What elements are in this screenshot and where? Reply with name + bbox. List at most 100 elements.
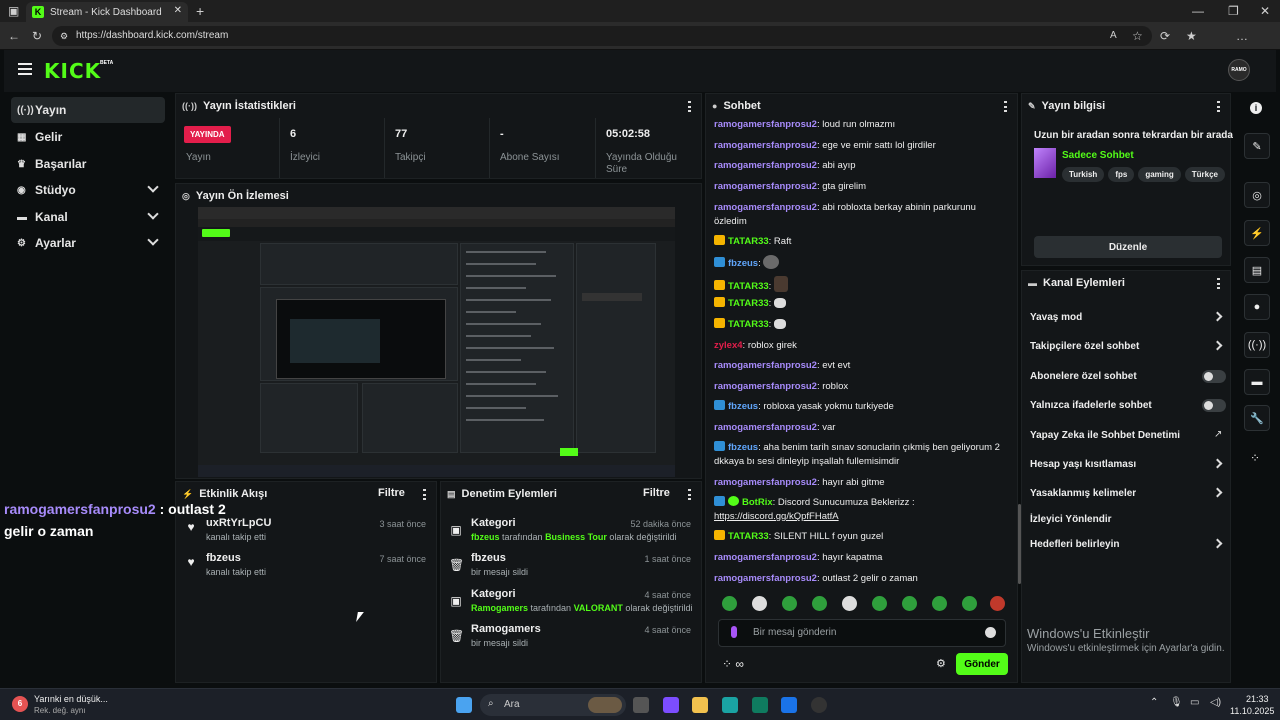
dots-cluster-icon[interactable]: ⁘ [1250, 451, 1260, 465]
nav-item-ayarlar[interactable]: ⚙ Ayarlar [11, 230, 165, 256]
microphone-icon[interactable] [731, 626, 737, 638]
chat-settings-icon[interactable]: ⚙ [936, 657, 946, 670]
action-followers-only[interactable]: Takipçilere özel sohbet [1030, 341, 1139, 352]
file-explorer-icon[interactable] [692, 697, 708, 713]
nav-item-studyo[interactable]: ◉ Stüdyo [11, 177, 165, 203]
favorites-icon[interactable]: ★ [1186, 26, 1197, 46]
discord-link[interactable]: https://discord.gg/kQpfFHatfA [714, 511, 839, 522]
panel-menu-icon[interactable] [1217, 101, 1220, 112]
panel-menu-icon[interactable] [688, 101, 691, 112]
broadcast-icon[interactable]: ((·)) [1244, 332, 1270, 358]
tab-actions-icon[interactable]: ▣ [8, 1, 19, 21]
microsoft-store-icon[interactable] [752, 697, 768, 713]
moderation-filter-button[interactable]: Filtre [643, 487, 670, 499]
emote-icon[interactable] [990, 596, 1005, 611]
lightning-icon[interactable]: ⚡ [1244, 220, 1270, 246]
action-goals[interactable]: Hedefleri belirleyin [1030, 539, 1119, 550]
action-ai-moderation[interactable]: Yapay Zeka ile Sohbet Denetimi [1030, 430, 1180, 441]
emote-icon[interactable] [782, 596, 797, 611]
minimize-icon[interactable]: — [1192, 1, 1204, 21]
event-time: 7 saat önce [379, 554, 426, 564]
subscribers-only-toggle[interactable] [1202, 370, 1226, 383]
action-account-age[interactable]: Hesap yaşı kısıtlaması [1030, 459, 1136, 470]
edge-icon[interactable] [722, 697, 738, 713]
crown-badge-icon [714, 280, 725, 290]
info-icon[interactable]: i [1250, 102, 1262, 114]
category-name[interactable]: Sadece Sohbet [1062, 150, 1134, 161]
action-banned-words[interactable]: Yasaklanmış kelimeler [1030, 488, 1136, 499]
external-link-icon[interactable]: ↗ [1214, 429, 1222, 440]
avatar[interactable]: RAMO [1228, 59, 1250, 81]
taskbar-search[interactable]: ⌕ Ara [480, 694, 626, 716]
clock-date[interactable]: 11.10.2025 [1230, 706, 1274, 716]
edit-button[interactable]: Düzenle [1034, 236, 1222, 258]
copilot-app-icon[interactable] [663, 697, 679, 713]
stream-preview-video[interactable] [198, 207, 675, 477]
emote-only-toggle[interactable] [1202, 399, 1226, 412]
url-field[interactable]: ⚙ https://dashboard.kick.com/stream [52, 26, 1152, 46]
back-icon[interactable]: ← [8, 26, 20, 46]
obs-icon[interactable] [811, 697, 827, 713]
action-slow-mode[interactable]: Yavaş mod [1030, 312, 1082, 323]
chat-placeholder: Bir mesaj gönderin [753, 627, 837, 638]
list-item: 🗑 fbzeus bir mesajı sildi 1 saat önce [441, 552, 701, 588]
maximize-icon[interactable]: ❐ [1228, 1, 1239, 21]
camera-icon[interactable]: ◎ [1244, 182, 1270, 208]
emote-icon[interactable] [932, 596, 947, 611]
emote-icon[interactable] [962, 596, 977, 611]
mod-title: Kategori [471, 517, 516, 529]
outlook-icon[interactable] [781, 697, 797, 713]
wrench-icon[interactable]: 🔧 [1244, 405, 1270, 431]
emote-icon[interactable] [902, 596, 917, 611]
pencil-icon[interactable]: ✎ [1244, 133, 1270, 159]
hamburger-menu-icon[interactable] [18, 63, 32, 75]
chat-input[interactable]: Bir mesaj gönderin [718, 619, 1006, 647]
windows-start-icon[interactable] [456, 697, 472, 713]
activity-filter-button[interactable]: Filtre [378, 487, 405, 499]
kick-logo[interactable]: KICK [44, 59, 101, 83]
nav-item-yayin[interactable]: ((·)) Yayın [11, 97, 165, 123]
nav-item-gelir[interactable]: ▦ Gelir [11, 124, 165, 150]
nav-item-basarilar[interactable]: ♛ Başarılar [11, 151, 165, 177]
browser-tab[interactable]: K Stream - Kick Dashboard ✕ [26, 2, 188, 22]
emote-icon[interactable] [842, 596, 857, 611]
favorite-star-icon[interactable]: ☆ [1132, 26, 1143, 46]
emote-icon[interactable] [872, 596, 887, 611]
read-aloud-icon[interactable]: A [1110, 26, 1117, 46]
emoji-picker-icon[interactable] [985, 627, 996, 638]
infinity-icon[interactable]: ⁘ ∞ [722, 657, 744, 671]
emote-icon[interactable] [752, 596, 767, 611]
channel-icon[interactable]: ▬ [1244, 369, 1270, 395]
chevron-down-icon [147, 208, 159, 220]
send-button[interactable]: Gönder [956, 653, 1008, 675]
task-view-icon[interactable] [633, 697, 649, 713]
kick-favicon-icon: K [32, 6, 44, 18]
panel-menu-icon[interactable] [1217, 278, 1220, 289]
new-tab-icon[interactable]: + [196, 1, 204, 21]
emote-icon[interactable] [812, 596, 827, 611]
more-menu-icon[interactable]: … [1236, 26, 1248, 46]
panel-menu-icon[interactable] [423, 489, 426, 500]
site-info-icon[interactable]: ⚙ [60, 26, 68, 46]
close-window-icon[interactable]: ✕ [1260, 1, 1270, 21]
chat-icon[interactable]: ● [1244, 294, 1270, 320]
weather-title[interactable]: Yarınki en düşük... [34, 694, 108, 704]
microphone-tray-icon[interactable]: 🎙 [1170, 697, 1183, 708]
extensions-icon[interactable]: ⟳ [1160, 26, 1170, 46]
weather-badge[interactable]: 6 [12, 696, 28, 712]
close-tab-icon[interactable]: ✕ [174, 5, 182, 16]
emote-icon[interactable] [722, 596, 737, 611]
tray-chevron-icon[interactable]: ⌃ [1150, 697, 1158, 708]
nav-item-kanal[interactable]: ▬ Kanal [11, 204, 165, 230]
network-icon[interactable]: ▭ [1190, 697, 1199, 708]
panel-header: ▬ Kanal Eylemleri [1022, 271, 1230, 295]
volume-icon[interactable]: ◁) [1210, 697, 1221, 708]
chat-message: zylex4: roblox girek [714, 340, 797, 351]
action-raid[interactable]: İzleyici Yönlendir [1030, 514, 1112, 525]
refresh-icon[interactable]: ↻ [32, 26, 42, 46]
panel-menu-icon[interactable] [688, 489, 691, 500]
panel-menu-icon[interactable] [1004, 101, 1007, 112]
document-icon[interactable]: ▤ [1244, 257, 1270, 283]
live-badge: YAYINDA [184, 126, 231, 143]
clock-time[interactable]: 21:33 [1246, 694, 1269, 704]
